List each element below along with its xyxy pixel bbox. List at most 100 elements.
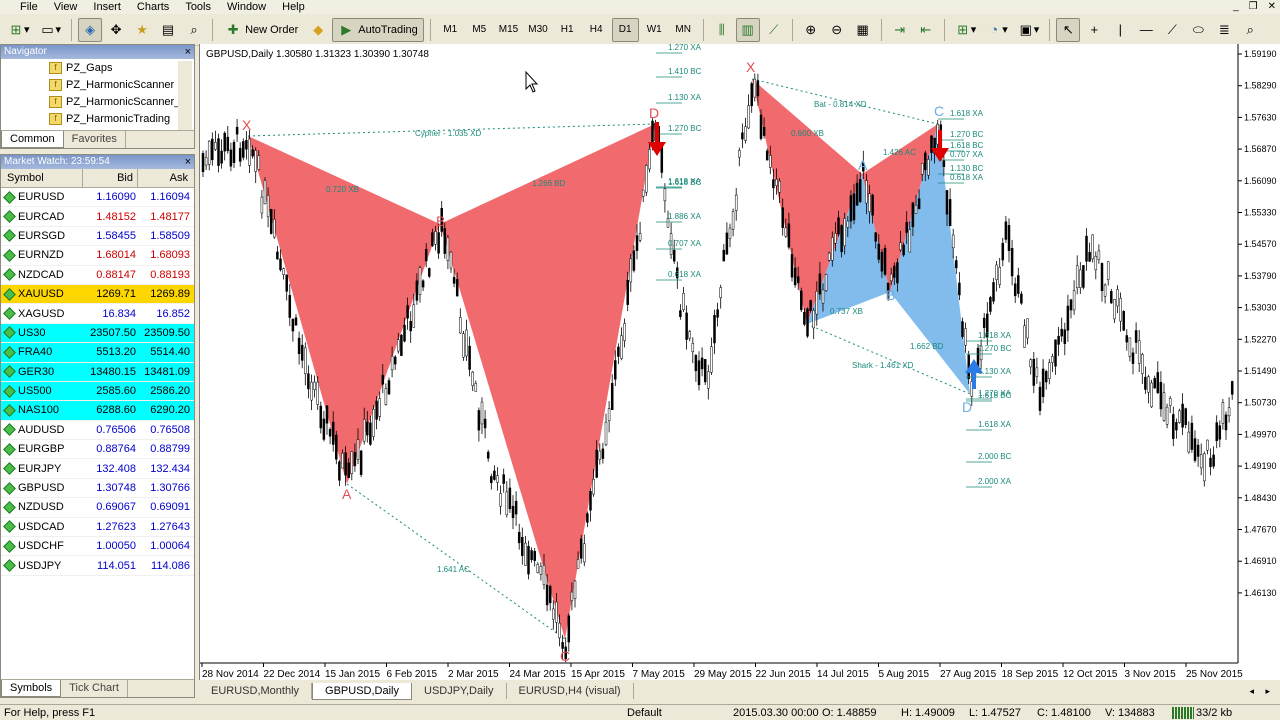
line-chart-button[interactable]: ⟋	[762, 18, 786, 42]
nav-item[interactable]: f PZ_HarmonicTrading	[1, 110, 194, 127]
chart-tab-eurusd-h4[interactable]: EURUSD,H4 (visual)	[507, 683, 634, 699]
tab-tick-chart[interactable]: Tick Chart	[61, 680, 128, 697]
close-icon[interactable]: ×	[185, 155, 191, 169]
timeframe-m1[interactable]: M1	[437, 18, 464, 42]
pattern-note: 1.426 AC	[883, 148, 916, 157]
bar-chart-button[interactable]: ⫼	[710, 18, 734, 42]
minimize-icon[interactable]: _	[1233, 0, 1239, 14]
menu-charts[interactable]: Charts	[129, 0, 177, 14]
status-bar: For Help, press F1 Default 2015.03.30 00…	[0, 704, 1280, 720]
market-watch-toggle[interactable]: ◈	[78, 17, 103, 42]
table-row[interactable]: NZDCAD 0.88147 0.88193	[1, 265, 194, 285]
templates-button[interactable]: ▣ ▾	[1014, 18, 1044, 42]
candle-body	[533, 551, 536, 561]
menu-insert[interactable]: Insert	[85, 0, 129, 14]
fib-level-label: 2.000 XA	[978, 477, 1012, 486]
navigator-toggle[interactable]: ★	[130, 18, 154, 42]
table-row[interactable]: XAGUSD 16.834 16.852	[1, 304, 194, 324]
navigator-scrollbar[interactable]	[178, 61, 192, 131]
menu-window[interactable]: Window	[219, 0, 274, 14]
new-chart-button[interactable]: ⊞ ▾	[4, 18, 34, 42]
nav-item[interactable]: f PZ_HarmonicScanner	[1, 76, 194, 93]
terminal-toggle[interactable]: ▤	[156, 18, 180, 42]
timeframe-w1[interactable]: W1	[641, 18, 668, 42]
col-ask[interactable]: Ask	[138, 169, 194, 187]
table-row[interactable]: GER30 13480.15 13481.09	[1, 362, 194, 382]
table-row[interactable]: EURNZD 1.68014 1.68093	[1, 246, 194, 266]
profiles-button[interactable]: ▭ ▾	[36, 18, 66, 42]
chart-tab-usdjpy-daily[interactable]: USDJPY,Daily	[412, 683, 507, 699]
table-row[interactable]: USDJPY 114.051 114.086	[1, 556, 194, 576]
chart-tab-gbpusd-daily[interactable]: GBPUSD,Daily	[312, 682, 412, 700]
new-order-button[interactable]: ✚ New Order	[219, 18, 304, 42]
table-row[interactable]: EURCAD 1.48152 1.48177	[1, 207, 194, 227]
timeframe-m30[interactable]: M30	[524, 18, 551, 42]
close-icon[interactable]: ×	[185, 45, 191, 59]
chart-canvas[interactable]: 1.59190 1.58290 1.57630 1.56870 1.56090 1.553…	[200, 44, 1280, 680]
menu-help[interactable]: Help	[274, 0, 313, 14]
trendline-button[interactable]: ⟋	[1160, 18, 1184, 42]
table-row[interactable]: USDCAD 1.27623 1.27643	[1, 517, 194, 538]
zoom-out-button[interactable]: ⊖	[825, 18, 849, 42]
timeframe-h4[interactable]: H4	[583, 18, 610, 42]
horizontal-line-button[interactable]: —	[1134, 18, 1158, 42]
candlestick-button[interactable]: ▥	[735, 17, 760, 42]
autotrading-button[interactable]: ▶ AutoTrading	[332, 17, 424, 42]
metaeditor-button[interactable]: ◆	[306, 18, 330, 42]
table-row[interactable]: XAUUSD 1269.71 1269.89	[1, 284, 194, 305]
date-label: 28 Nov 2014	[202, 669, 259, 680]
chart-tab-eurusd-monthly[interactable]: EURUSD,Monthly	[199, 683, 313, 699]
candle-body	[1079, 269, 1082, 288]
candle-body	[285, 274, 288, 292]
menu-view[interactable]: View	[46, 0, 86, 14]
zoom-in-button[interactable]: ⊕	[799, 18, 823, 42]
crosshair-tool-button[interactable]: +	[1082, 18, 1106, 42]
symbol-cell: USDCAD	[1, 520, 83, 534]
timeframe-m15[interactable]: M15	[495, 18, 522, 42]
col-symbol[interactable]: Symbol	[1, 169, 83, 187]
tab-symbols[interactable]: Symbols	[1, 680, 62, 697]
data-window-toggle[interactable]: ✥	[104, 18, 128, 42]
table-row[interactable]: US30 23507.50 23509.50	[1, 323, 194, 344]
table-row[interactable]: AUDUSD 0.76506 0.76508	[1, 420, 194, 441]
table-row[interactable]: EURUSD 1.16090 1.16094	[1, 188, 194, 208]
tab-scroll-left-icon[interactable]: ◂	[1249, 686, 1254, 697]
tab-common[interactable]: Common	[1, 131, 64, 148]
menu-tools[interactable]: Tools	[177, 0, 219, 14]
table-row[interactable]: NAS100 6288.60 6290.20	[1, 401, 194, 421]
timeframe-d1[interactable]: D1	[611, 17, 639, 42]
timeframe-mn[interactable]: MN	[670, 18, 697, 42]
chart-shift-button[interactable]: ⇥	[888, 18, 912, 42]
table-row[interactable]: NZDUSD 0.69067 0.69091	[1, 498, 194, 518]
nav-item[interactable]: f PZ_HarmonicScanner_A	[1, 93, 194, 110]
periods-button[interactable]: ◔ ▾	[982, 18, 1012, 42]
fibo-button[interactable]: ≣	[1212, 18, 1236, 42]
menu-file[interactable]: File	[0, 0, 46, 14]
tab-scroll-right-icon[interactable]: ▸	[1265, 686, 1270, 697]
indicators-button[interactable]: ⊞ ▾	[951, 18, 981, 42]
table-row[interactable]: EURSGD 1.58455 1.58509	[1, 226, 194, 247]
table-row[interactable]: GBPUSD 1.30748 1.30766	[1, 478, 194, 499]
strategy-tester-toggle[interactable]: ⌕	[182, 18, 206, 42]
ellipse-button[interactable]: ⬭	[1186, 18, 1210, 42]
vertical-line-button[interactable]: |	[1108, 18, 1132, 42]
chart-window[interactable]: 1.59190 1.58290 1.57630 1.56870 1.56090 1.553…	[199, 44, 1280, 680]
tile-windows-button[interactable]: ▦	[851, 18, 875, 42]
timeframe-m5[interactable]: M5	[466, 18, 493, 42]
table-row[interactable]: EURJPY 132.408 132.434	[1, 459, 194, 479]
search-button[interactable]: ⌕	[1238, 18, 1262, 42]
tab-favorites[interactable]: Favorites	[64, 131, 126, 148]
close-icon[interactable]: ✕	[1268, 0, 1276, 14]
col-bid[interactable]: Bid	[83, 169, 138, 187]
nav-item[interactable]: f PZ_Gaps	[1, 59, 194, 76]
candle-body	[455, 278, 459, 297]
table-row[interactable]: FRA40 5513.20 5514.40	[1, 343, 194, 363]
restore-icon[interactable]: ❐	[1249, 0, 1258, 14]
cursor-button[interactable]: ↖	[1056, 17, 1081, 42]
table-row[interactable]: EURGBP 0.88764 0.88799	[1, 440, 194, 460]
autoscroll-button[interactable]: ⇤	[914, 18, 938, 42]
candle-body	[1196, 444, 1200, 457]
table-row[interactable]: USDCHF 1.00050 1.00064	[1, 537, 194, 557]
table-row[interactable]: US500 2585.60 2586.20	[1, 381, 194, 402]
timeframe-h1[interactable]: H1	[554, 18, 581, 42]
